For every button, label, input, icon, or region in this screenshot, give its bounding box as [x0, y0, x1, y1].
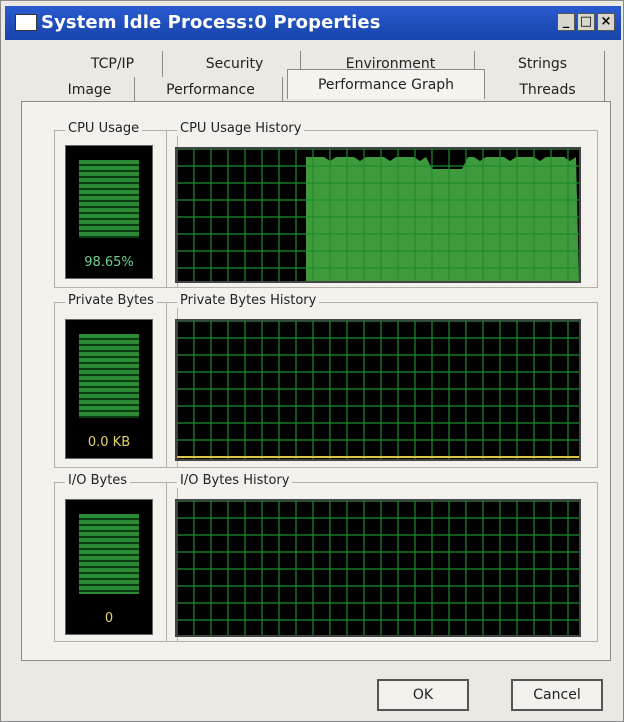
tab-tcpip[interactable]: TCP/IP	[63, 51, 163, 77]
io-bytes-history-graph	[175, 499, 581, 637]
io-bytes-meter: 0	[65, 499, 153, 635]
private-bytes-label: Private Bytes	[65, 293, 157, 308]
tab-image[interactable]: Image	[45, 77, 135, 103]
cpu-usage-history-graph	[175, 147, 581, 283]
io-bytes-group: I/O Bytes 0	[54, 473, 178, 642]
io-bytes-history-label: I/O Bytes History	[177, 473, 293, 488]
io-bytes-history-group: I/O Bytes History	[166, 473, 598, 642]
ok-button[interactable]: OK	[377, 679, 469, 711]
cpu-usage-label: CPU Usage	[65, 121, 143, 136]
private-bytes-value: 0.0 KB	[87, 435, 131, 450]
private-history-chart	[177, 321, 579, 459]
private-bytes-group: Private Bytes 0.0 KB	[54, 293, 178, 468]
cpu-meter-bars	[79, 160, 139, 238]
tab-content: CPU Usage 98.65% CPU Usage History Priva…	[21, 101, 611, 661]
minimize-button[interactable]: _	[557, 13, 575, 31]
tab-strings[interactable]: Strings	[481, 51, 605, 77]
cpu-usage-meter: 98.65%	[65, 145, 153, 279]
properties-window: System Idle Process:0 Properties _ □ × T…	[0, 0, 624, 722]
private-bytes-history-group: Private Bytes History	[166, 293, 598, 468]
tab-performance-graph[interactable]: Performance Graph	[287, 69, 485, 99]
title-bar[interactable]: System Idle Process:0 Properties _ □ ×	[5, 6, 621, 40]
private-meter-bars	[79, 334, 139, 418]
io-bytes-value: 0	[104, 611, 114, 626]
cancel-button[interactable]: Cancel	[511, 679, 603, 711]
io-meter-bars	[79, 514, 139, 594]
maximize-button[interactable]: □	[577, 13, 595, 31]
cpu-history-chart	[177, 149, 579, 281]
cpu-usage-history-label: CPU Usage History	[177, 121, 305, 136]
private-bytes-history-label: Private Bytes History	[177, 293, 320, 308]
tab-security[interactable]: Security	[169, 51, 301, 77]
io-history-chart	[177, 501, 579, 635]
tab-performance[interactable]: Performance	[139, 77, 283, 103]
tab-threads[interactable]: Threads	[491, 77, 605, 103]
window-icon	[15, 14, 37, 31]
cpu-usage-value: 98.65%	[84, 255, 134, 270]
private-bytes-meter: 0.0 KB	[65, 319, 153, 459]
cpu-usage-history-group: CPU Usage History	[166, 121, 598, 288]
private-bytes-history-graph	[175, 319, 581, 461]
cpu-usage-group: CPU Usage 98.65%	[54, 121, 178, 288]
close-button[interactable]: ×	[597, 13, 615, 31]
window-title: System Idle Process:0 Properties	[41, 12, 381, 33]
io-bytes-label: I/O Bytes	[65, 473, 131, 488]
